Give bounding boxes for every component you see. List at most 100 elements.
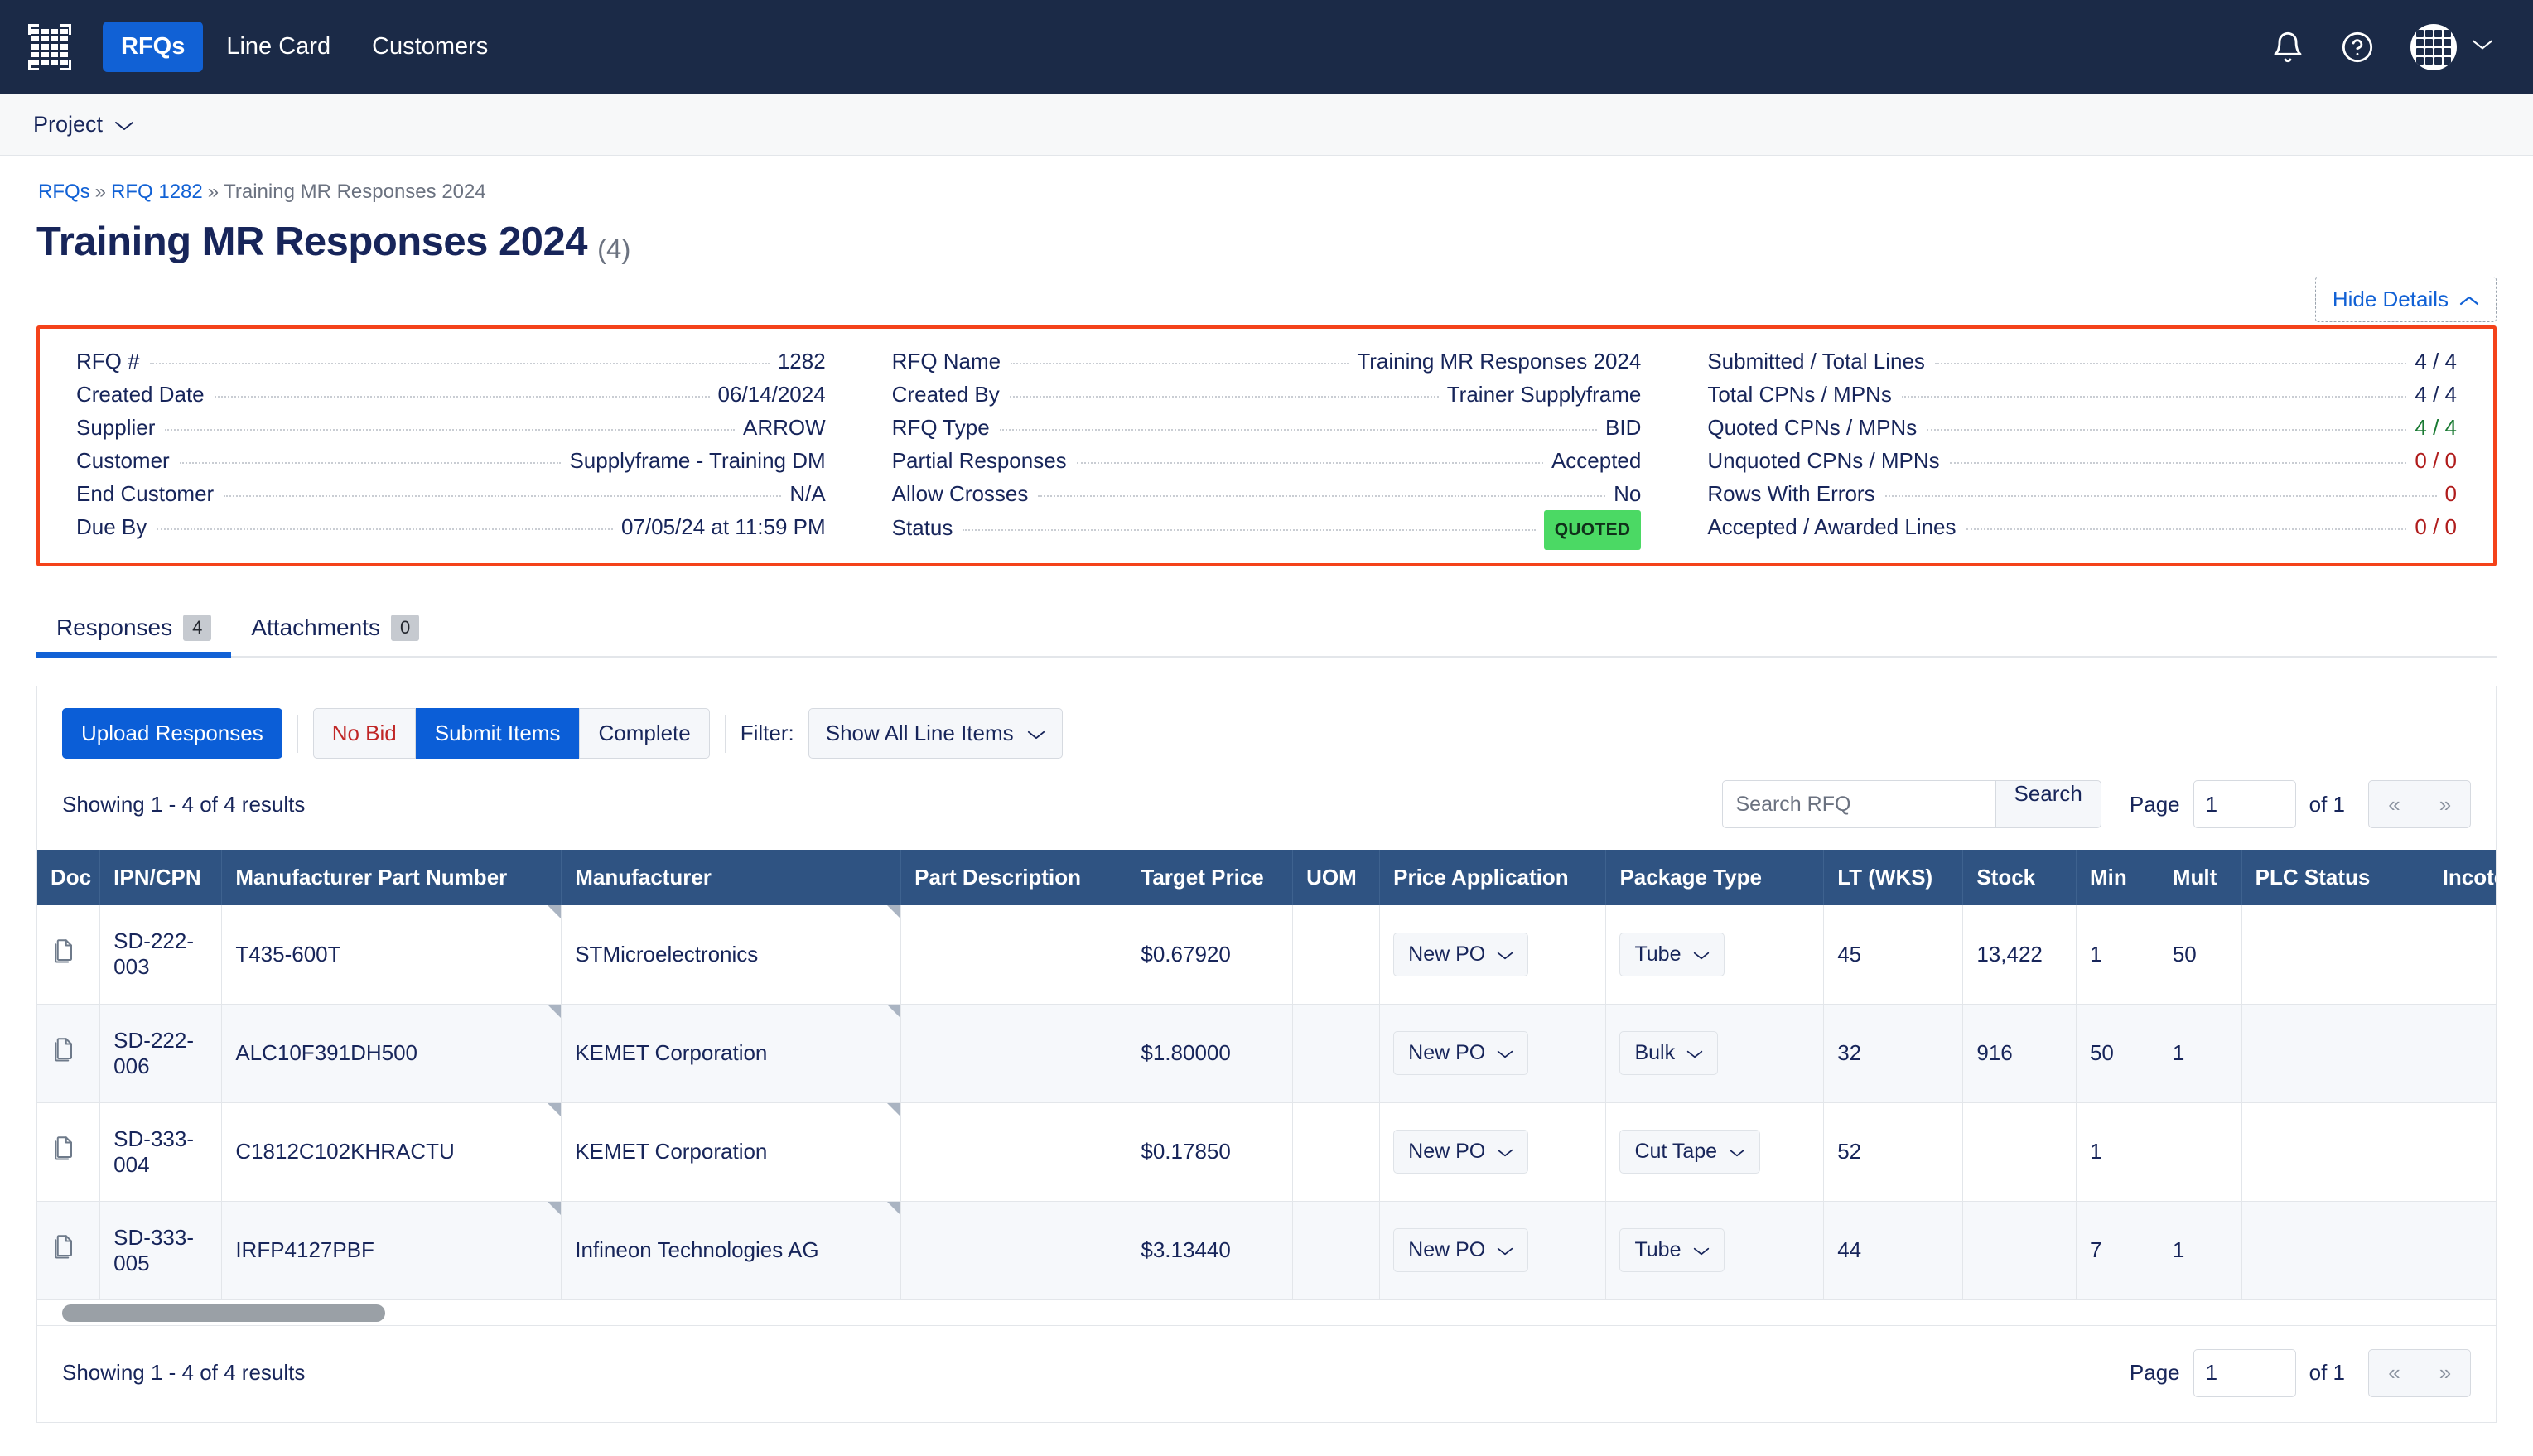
price-application-select[interactable]: New PO: [1393, 932, 1529, 976]
user-menu[interactable]: [2410, 23, 2493, 70]
cell-package-type[interactable]: Tube: [1605, 1201, 1825, 1300]
cell-mult: [2159, 1102, 2242, 1202]
cell-price-application[interactable]: New PO: [1379, 1201, 1607, 1300]
app-logo-icon[interactable]: [28, 23, 71, 70]
cell-mpn[interactable]: T435-600T: [221, 905, 562, 1005]
column-header-doc[interactable]: Doc: [37, 850, 101, 905]
copy-document-icon[interactable]: [51, 1135, 75, 1169]
breadcrumb-link-rfqs[interactable]: RFQs: [38, 181, 90, 203]
breadcrumb-separator-1: »: [94, 181, 107, 203]
detail-row-created-by: Created By Trainer Supplyframe: [892, 378, 1642, 411]
cell-mpn-text: T435-600T: [235, 941, 341, 967]
column-header-lt-wks[interactable]: LT (WKS): [1823, 850, 1964, 905]
detail-value: 06/14/2024: [717, 382, 826, 407]
package-type-select[interactable]: Cut Tape: [1619, 1130, 1761, 1174]
column-header-stock[interactable]: Stock: [1962, 850, 2077, 905]
column-header-manufacturer-part-number[interactable]: Manufacturer Part Number: [221, 850, 562, 905]
filter-select-value: Show All Line Items: [825, 721, 1014, 745]
column-header-uom[interactable]: UOM: [1292, 850, 1381, 905]
search-input[interactable]: [1721, 780, 1995, 828]
cell-part-description: [900, 1201, 1128, 1300]
cell-price-application[interactable]: New PO: [1379, 905, 1607, 1005]
price-application-select[interactable]: New PO: [1393, 1031, 1529, 1075]
prev-page-button[interactable]: «: [2368, 1348, 2420, 1397]
cell-target-price: $0.67920: [1127, 905, 1294, 1005]
price-application-select[interactable]: New PO: [1393, 1130, 1529, 1174]
column-header-price-application[interactable]: Price Application: [1379, 850, 1607, 905]
chevron-down-icon: [1693, 943, 1710, 967]
column-header-target-price[interactable]: Target Price: [1127, 850, 1294, 905]
nav-item-rfqs[interactable]: RFQs: [103, 22, 204, 72]
filter-select[interactable]: Show All Line Items: [808, 708, 1063, 759]
column-header-mult[interactable]: Mult: [2159, 850, 2242, 905]
cell-uom: [1292, 905, 1381, 1005]
column-header-package-type[interactable]: Package Type: [1605, 850, 1825, 905]
detail-value: BID: [1605, 415, 1642, 440]
breadcrumb-link-rfq-1282[interactable]: RFQ 1282: [111, 181, 203, 203]
tab-attachments[interactable]: Attachments 0: [231, 605, 439, 656]
page-title-count: (4): [597, 234, 631, 264]
page-number-input-bottom[interactable]: [2193, 1348, 2296, 1397]
cell-manufacturer[interactable]: KEMET Corporation: [561, 1102, 902, 1202]
complete-button[interactable]: Complete: [579, 708, 710, 759]
column-header-ipn-cpn[interactable]: IPN/CPN: [99, 850, 223, 905]
cell-price-application[interactable]: New PO: [1379, 1004, 1607, 1103]
cell-package-type[interactable]: Cut Tape: [1605, 1102, 1825, 1202]
nav-item-line-card[interactable]: Line Card: [208, 22, 349, 72]
column-header-min[interactable]: Min: [2076, 850, 2159, 905]
search-button[interactable]: Search: [1995, 780, 2101, 828]
cell-doc[interactable]: [37, 1102, 101, 1202]
leader-dots: [1038, 495, 1606, 497]
project-selector[interactable]: Project: [33, 112, 134, 137]
cell-doc[interactable]: [37, 905, 101, 1005]
cell-mpn[interactable]: ALC10F391DH500: [221, 1004, 562, 1103]
cell-mpn[interactable]: C1812C102KHRACTU: [221, 1102, 562, 1202]
responses-table: Doc IPN/CPN Manufacturer Part Number Man…: [37, 850, 2496, 1300]
horizontal-scrollbar-thumb[interactable]: [62, 1304, 385, 1322]
hide-details-button[interactable]: Hide Details: [2314, 277, 2497, 322]
horizontal-scrollbar[interactable]: [37, 1299, 2496, 1325]
upload-responses-button[interactable]: Upload Responses: [62, 708, 282, 759]
cell-doc[interactable]: [37, 1201, 101, 1300]
leader-dots: [165, 429, 735, 431]
leader-dots: [149, 363, 770, 364]
package-type-select[interactable]: Tube: [1619, 932, 1725, 976]
help-circle-icon[interactable]: [2341, 31, 2374, 64]
package-type-select[interactable]: Bulk: [1619, 1031, 1719, 1075]
page-number-input-top[interactable]: [2193, 780, 2296, 828]
cell-manufacturer[interactable]: Infineon Technologies AG: [561, 1201, 902, 1300]
page-nav-arrows-bottom: « »: [2368, 1348, 2471, 1397]
column-header-part-description[interactable]: Part Description: [900, 850, 1128, 905]
submit-items-button[interactable]: Submit Items: [415, 708, 580, 759]
nav-item-customers[interactable]: Customers: [354, 22, 506, 72]
package-type-select[interactable]: Tube: [1619, 1228, 1725, 1272]
no-bid-button[interactable]: No Bid: [312, 708, 416, 759]
bell-icon[interactable]: [2271, 30, 2304, 65]
column-header-incoterms[interactable]: Incoterms: [2429, 850, 2496, 905]
copy-document-icon[interactable]: [51, 1036, 75, 1070]
tab-badge: 4: [183, 615, 212, 641]
price-application-select[interactable]: New PO: [1393, 1228, 1529, 1272]
page-label-top: Page: [2129, 791, 2180, 817]
leader-dots: [1076, 462, 1543, 464]
cell-target-price: $3.13440: [1127, 1201, 1294, 1300]
pagination-top: Search Page of 1 « »: [1721, 780, 2471, 828]
next-page-button[interactable]: »: [2420, 1348, 2471, 1397]
column-header-plc-status[interactable]: PLC Status: [2241, 850, 2429, 905]
cell-manufacturer[interactable]: STMicroelectronics: [561, 905, 902, 1005]
cell-manufacturer[interactable]: KEMET Corporation: [561, 1004, 902, 1103]
copy-document-icon[interactable]: [51, 938, 75, 971]
cell-price-application[interactable]: New PO: [1379, 1102, 1607, 1202]
cell-mpn[interactable]: IRFP4127PBF: [221, 1201, 562, 1300]
detail-label: End Customer: [76, 481, 215, 506]
prev-page-button[interactable]: «: [2368, 780, 2420, 828]
copy-document-icon[interactable]: [51, 1233, 75, 1267]
cell-package-type[interactable]: Tube: [1605, 905, 1825, 1005]
tab-responses[interactable]: Responses 4: [36, 605, 232, 658]
detail-value: 4 / 4: [2415, 415, 2458, 440]
next-page-button[interactable]: »: [2420, 780, 2471, 828]
cell-doc[interactable]: [37, 1004, 101, 1103]
column-header-manufacturer[interactable]: Manufacturer: [561, 850, 902, 905]
results-count-top: Showing 1 - 4 of 4 results: [62, 791, 306, 817]
cell-package-type[interactable]: Bulk: [1605, 1004, 1825, 1103]
